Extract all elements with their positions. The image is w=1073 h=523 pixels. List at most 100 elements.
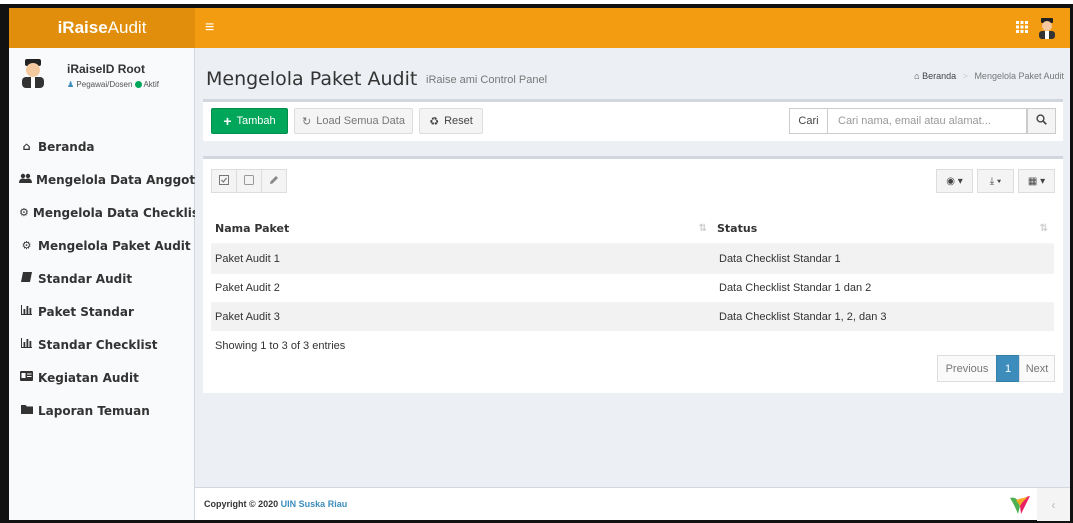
column-header-nama-paket[interactable]: Nama Paket ⇅ — [211, 214, 713, 245]
menu-toggle-icon[interactable]: ≡ — [205, 19, 214, 37]
table-row[interactable]: Paket Audit 2 Data Checklist Standar 1 d… — [211, 272, 1054, 302]
bar-chart-icon — [19, 338, 34, 351]
sidebar-item-label: Kegiatan Audit — [38, 370, 139, 385]
sidebar-item-laporan-temuan[interactable]: Laporan Temuan — [9, 394, 195, 427]
download-icon: ⤓ ▾ — [989, 175, 1002, 187]
search-icon — [1036, 114, 1047, 128]
user-name: iRaiseID Root — [67, 62, 146, 76]
user-role: Pegawai/Dosen — [76, 80, 133, 89]
user-menu-icon[interactable] — [1038, 17, 1056, 39]
chevron-left-icon: ‹ — [1051, 497, 1056, 512]
sidebar-item-label: Standar Checklist — [38, 337, 158, 352]
sidebar-item-data-checklist[interactable]: ⚙ Mengelola Data Checklist — [9, 196, 205, 229]
load-all-button[interactable]: ↻ Load Semua Data — [294, 108, 413, 134]
breadcrumb-home[interactable]: Beranda — [922, 71, 956, 81]
window-border-left — [0, 4, 9, 523]
sidebar-menu: ⌂ Beranda Mengelola Data Anggota ⚙ Menge… — [9, 130, 205, 427]
pagination: Previous 1 Next — [937, 355, 1055, 382]
sidebar-item-label: Mengelola Paket Audit — [38, 238, 191, 253]
breadcrumb-current: Mengelola Paket Audit — [974, 71, 1064, 81]
top-navbar: ≡ — [195, 8, 1070, 48]
check-all-button[interactable] — [211, 169, 237, 193]
uncheck-all-button[interactable] — [236, 169, 262, 193]
home-icon: ⌂ — [22, 140, 31, 153]
pencil-icon — [269, 175, 279, 188]
refresh-icon: ↻ — [302, 115, 312, 128]
user-status-text: Aktif — [143, 80, 160, 89]
main-content: Mengelola Paket Audit iRaise ami Control… — [195, 48, 1070, 487]
bar-chart-icon — [19, 305, 34, 318]
id-card-icon — [19, 371, 34, 384]
copyright-link[interactable]: UIN Suska Riau — [281, 499, 348, 509]
table-box: ◉ ▾ ⤓ ▾ ▦ ▾ Nama Paket ⇅ Status ⇅ Paket … — [203, 156, 1063, 393]
cell-status: Data Checklist Standar 1 dan 2 — [713, 272, 1054, 302]
add-button[interactable]: + Tambah — [211, 108, 288, 134]
sort-icon: ⇅ — [1039, 223, 1048, 234]
sort-icon: ⇅ — [698, 223, 707, 234]
pagination-page-1[interactable]: 1 — [996, 355, 1020, 382]
page-subtitle: iRaise ami Control Panel — [426, 74, 548, 86]
sidebar-item-label: Beranda — [38, 139, 95, 154]
sidebar: iRaiseID Root ♟ Pegawai/Dosen Aktif ⌂ Be… — [9, 48, 205, 520]
search-label: Cari — [789, 108, 828, 134]
online-status-icon — [134, 81, 142, 88]
copyright-text: Copyright © 2020 — [204, 499, 279, 509]
cell-status: Data Checklist Standar 1, 2, dan 3 — [713, 301, 1054, 331]
reset-button[interactable]: ♻ Reset — [419, 108, 483, 134]
sidebar-item-paket-standar[interactable]: Paket Standar — [9, 295, 195, 328]
sidebar-item-label: Standar Audit — [38, 271, 133, 286]
search-input[interactable] — [828, 108, 1027, 134]
sidebar-item-beranda[interactable]: ⌂ Beranda — [9, 130, 195, 163]
pagination-next[interactable]: Next — [1019, 355, 1055, 382]
columns-button[interactable]: ▦ ▾ — [1018, 169, 1055, 193]
cell-status: Data Checklist Standar 1 — [713, 243, 1054, 273]
app-logo-light: Audit — [107, 18, 147, 37]
sidebar-item-label: Paket Standar — [38, 304, 134, 319]
sidebar-item-kegiatan-audit[interactable]: Kegiatan Audit — [9, 361, 195, 394]
table-row[interactable]: Paket Audit 3 Data Checklist Standar 1, … — [211, 301, 1054, 331]
pagination-previous[interactable]: Previous — [937, 355, 997, 382]
toggle-view-button[interactable]: ◉ ▾ — [936, 169, 973, 193]
cell-nama-paket: Paket Audit 3 — [211, 301, 713, 331]
framework-logo-icon — [1008, 494, 1032, 516]
table-options-group: ◉ ▾ ⤓ ▾ ▦ ▾ — [932, 169, 1055, 193]
square-icon — [244, 174, 254, 188]
person-icon: ♟ — [67, 80, 75, 89]
export-button[interactable]: ⤓ ▾ — [977, 169, 1014, 193]
sidebar-item-standar-checklist[interactable]: Standar Checklist — [9, 328, 195, 361]
copyright: Copyright © 2020 UIN Suska Riau — [204, 499, 347, 509]
control-sidebar-toggle[interactable]: ‹ — [1037, 488, 1070, 521]
recycle-icon: ♻ — [429, 115, 440, 128]
data-table: Nama Paket ⇅ Status ⇅ Paket Audit 1 Data… — [211, 214, 1054, 331]
sidebar-item-data-anggota[interactable]: Mengelola Data Anggota — [9, 163, 203, 196]
table-info: Showing 1 to 3 of 3 entries — [215, 340, 346, 352]
app-logo[interactable]: iRaise Audit — [9, 8, 195, 48]
sidebar-item-label: Mengelola Data Anggota — [36, 172, 204, 187]
breadcrumb-separator: > — [962, 71, 968, 81]
apps-grid-icon[interactable] — [1016, 20, 1028, 36]
users-icon — [19, 173, 32, 186]
add-button-label: Tambah — [236, 115, 276, 127]
avatar — [21, 58, 45, 88]
cell-nama-paket: Paket Audit 2 — [211, 272, 713, 302]
plus-icon: + — [223, 113, 232, 129]
user-status: ♟ Pegawai/Dosen Aktif — [67, 80, 159, 89]
reset-button-label: Reset — [444, 115, 473, 127]
column-header-label: Nama Paket — [215, 222, 290, 235]
app-logo-bold: iRaise — [57, 18, 108, 37]
sidebar-item-paket-audit[interactable]: ⚙ Mengelola Paket Audit — [9, 229, 195, 262]
load-all-button-label: Load Semua Data — [316, 115, 405, 127]
sidebar-item-label: Mengelola Data Checklist — [32, 205, 205, 220]
column-header-status[interactable]: Status ⇅ — [713, 214, 1054, 245]
table-row[interactable]: Paket Audit 1 Data Checklist Standar 1 — [211, 243, 1054, 273]
search-button[interactable] — [1027, 108, 1056, 134]
edit-button[interactable] — [261, 169, 287, 193]
cogs-icon: ⚙ — [19, 206, 29, 219]
footer: Copyright © 2020 UIN Suska Riau ‹ — [195, 487, 1070, 521]
table-header-row: Nama Paket ⇅ Status ⇅ — [211, 214, 1054, 245]
row-action-group — [211, 169, 287, 193]
page-title: Mengelola Paket Audit — [206, 68, 418, 90]
sidebar-item-standar-audit[interactable]: Standar Audit — [9, 262, 195, 295]
home-icon: ⌂ — [914, 71, 920, 81]
breadcrumb: ⌂ Beranda > Mengelola Paket Audit — [914, 71, 1064, 81]
